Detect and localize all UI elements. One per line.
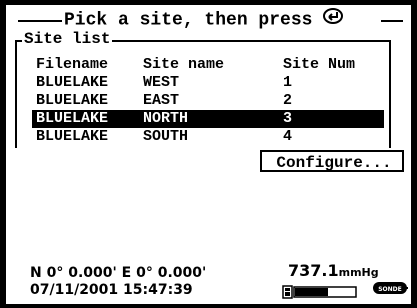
battery-bar-fill <box>295 288 328 296</box>
column-header-site-num: Site Num <box>283 56 356 73</box>
title-rule-left <box>18 20 62 22</box>
site-num-cell: 1 <box>283 74 293 91</box>
site-name-cell: SOUTH <box>143 128 189 145</box>
screen-border-left <box>0 0 6 308</box>
pressure-readout: 737.1mmHg <box>288 262 379 282</box>
filename-cell: BLUELAKE <box>36 128 109 145</box>
site-name-cell: EAST <box>143 92 180 109</box>
instruction-text: Pick a site, then press <box>64 10 313 31</box>
enter-key-icon <box>323 8 344 31</box>
filename-cell: BLUELAKE <box>36 74 109 91</box>
page-title: Pick a site, then press <box>64 8 344 31</box>
site-name-cell: WEST <box>143 74 180 91</box>
datetime-readout: 07/11/2001 15:47:39 <box>30 282 193 298</box>
table-row[interactable]: BLUELAKE EAST 2 <box>32 92 384 110</box>
table-row[interactable]: BLUELAKE WEST 1 <box>32 74 384 92</box>
screen-border-top <box>0 0 417 5</box>
table-row[interactable]: BLUELAKE NORTH 3 <box>32 110 384 128</box>
site-name-cell: NORTH <box>143 110 189 127</box>
battery-icon <box>282 285 293 299</box>
pressure-unit: mmHg <box>338 266 379 279</box>
site-list-caption: Site list <box>22 30 113 48</box>
site-num-cell: 3 <box>283 110 293 127</box>
filename-cell: BLUELAKE <box>36 110 109 127</box>
gps-readout: N 0° 0.000' E 0° 0.000' <box>30 265 207 281</box>
column-header-filename: Filename <box>36 56 109 73</box>
svg-text:SONDE: SONDE <box>378 286 402 293</box>
filename-cell: BLUELAKE <box>36 92 109 109</box>
instrument-screen: Pick a site, then press Site list Filena… <box>0 0 417 308</box>
configure-button[interactable]: Configure... <box>260 150 404 172</box>
column-header-site-name: Site name <box>143 56 225 73</box>
title-rule-right <box>381 20 403 22</box>
screen-border-bottom <box>0 304 417 308</box>
table-header-row: Filename Site name Site Num <box>32 56 384 74</box>
site-num-cell: 2 <box>283 92 293 109</box>
table-row[interactable]: BLUELAKE SOUTH 4 <box>32 128 384 146</box>
site-num-cell: 4 <box>283 128 293 145</box>
screen-border-right <box>411 0 417 308</box>
pressure-value: 737.1 <box>288 261 339 280</box>
battery-indicator <box>282 285 358 304</box>
sonde-logo: SONDE <box>372 281 408 300</box>
